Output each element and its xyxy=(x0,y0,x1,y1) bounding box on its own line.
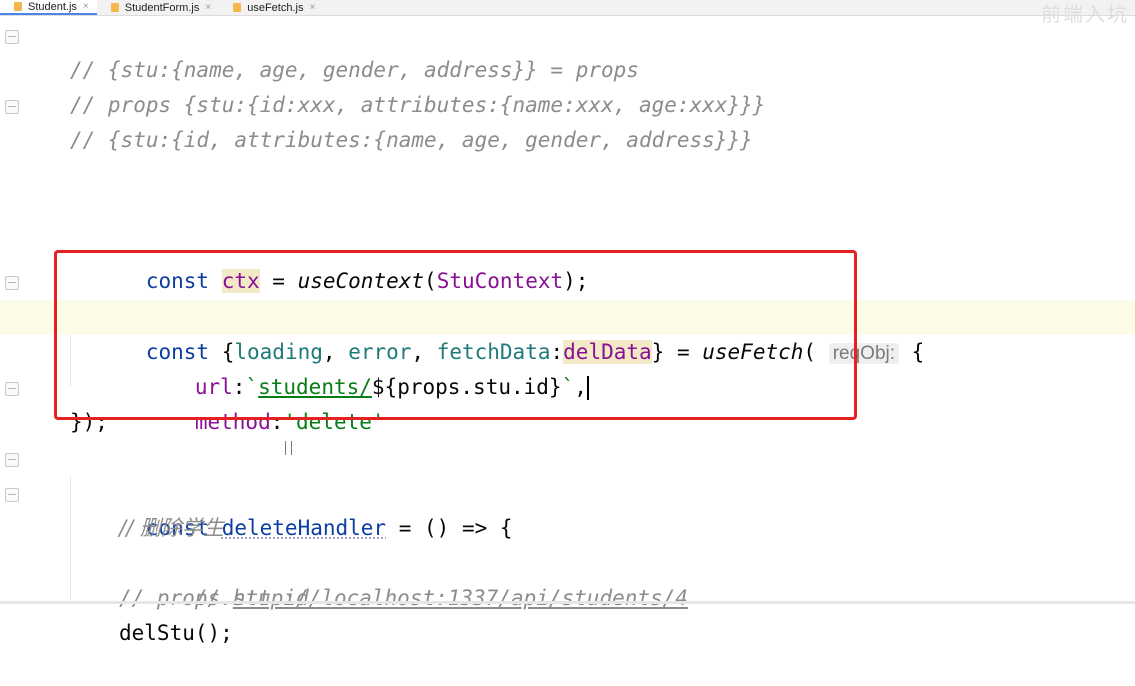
code-line: // {stu:{name, age, gender, address}} = … xyxy=(0,18,1135,82)
code-line: // props.stu.id xyxy=(0,546,1135,610)
colon: : xyxy=(270,410,284,434)
close-icon[interactable]: × xyxy=(309,2,315,13)
close-icon[interactable]: × xyxy=(205,2,211,13)
editor-tab-bar: Student.js × StudentForm.js × useFetch.j… xyxy=(0,0,1135,26)
mouse-text-cursor xyxy=(285,441,292,455)
code-line-usefetch: const {loading, error, fetchData:delData… xyxy=(0,265,1135,364)
js-file-icon xyxy=(14,2,22,11)
js-file-icon xyxy=(110,3,119,12)
code-line-url: url:`students/${props.stu.id}`, xyxy=(0,300,1135,400)
js-file-icon xyxy=(233,3,242,12)
tab-usefetch-js[interactable]: useFetch.js × xyxy=(219,0,323,15)
code-line: // {stu:{id, attributes:{name, age, gend… xyxy=(0,88,1135,152)
closing-brace: }); xyxy=(70,410,108,434)
comment: // {stu:{id, attributes:{name, age, gend… xyxy=(70,128,753,152)
code-line: // 删除学生 xyxy=(0,476,1135,540)
code-line: delStu(); xyxy=(0,581,1135,645)
code-line: // http://localhost:1337/api/students/4 xyxy=(0,511,1135,610)
tab-label: StudentForm.js xyxy=(124,1,200,14)
code-editor[interactable]: // {stu:{name, age, gender, address}} = … xyxy=(0,16,1135,645)
code-line-ctx: const ctx = useContext(StuContext); xyxy=(0,194,1135,293)
code-line: // props {stu:{id:xxx, attributes:{name:… xyxy=(0,53,1135,117)
close-icon[interactable]: × xyxy=(83,1,89,12)
code-line-method: method:'delete' xyxy=(0,335,1135,434)
function-call: delStu(); xyxy=(119,621,233,645)
string: 'delete' xyxy=(283,410,385,434)
tab-label: useFetch.js xyxy=(247,1,304,14)
code-line-deletehandler: const deleteHandler = () => { xyxy=(0,441,1135,540)
property-method: method xyxy=(194,410,271,434)
tab-studentform-js[interactable]: StudentForm.js × xyxy=(97,0,219,15)
code-line-close: }); xyxy=(0,370,1135,434)
tab-student-js[interactable]: Student.js × xyxy=(0,0,97,15)
tab-label: Student.js xyxy=(28,0,77,13)
